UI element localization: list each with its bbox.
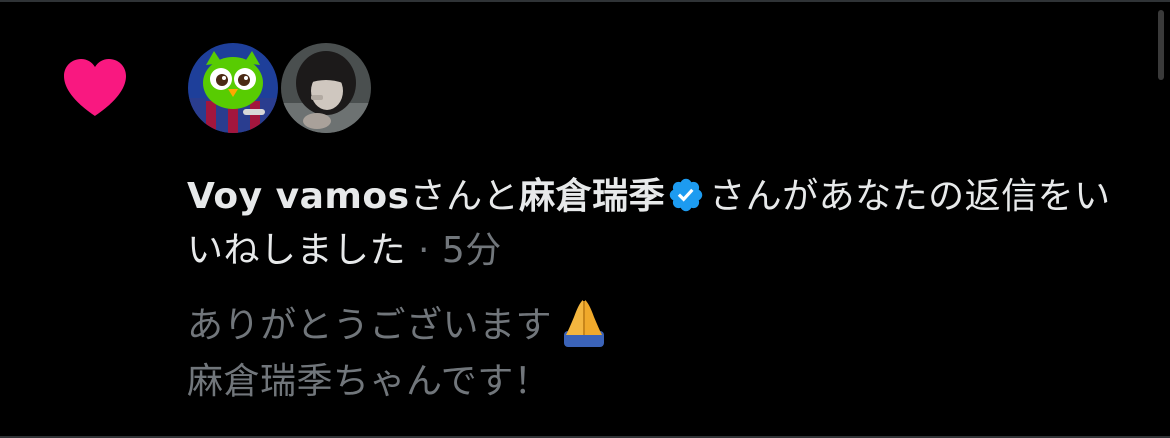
top-divider (0, 0, 1170, 2)
quoted-reply-text-1: ありがとうございます (187, 305, 553, 346)
scrollbar[interactable] (1158, 10, 1164, 80)
quoted-reply-line-2: 麻倉瑞季ちゃんです！ (187, 361, 551, 402)
folded-hands-icon (564, 300, 605, 347)
connector-text: さんと (409, 176, 520, 217)
quoted-reply[interactable]: ありがとうございます 麻倉瑞季ちゃんです！ (187, 297, 1087, 410)
meta-separator: · (417, 230, 430, 271)
timestamp[interactable]: 5分 (442, 230, 502, 271)
like-notification[interactable]: Voy vamosさんと麻倉瑞季 さんがあなたの返信をいいねしました · 5分 あ… (0, 0, 1170, 438)
heart-icon (64, 59, 126, 116)
actor-name-1[interactable]: Voy vamos (187, 176, 410, 217)
actor-name-2[interactable]: 麻倉瑞季 (519, 176, 665, 217)
quoted-reply-line-1: ありがとうございます (187, 297, 1087, 354)
notification-text: Voy vamosさんと麻倉瑞季 さんがあなたの返信をいいねしました · 5分 (187, 170, 1147, 278)
verified-badge-icon (669, 178, 703, 212)
person-avatar[interactable] (281, 43, 371, 133)
duolingo-owl-avatar[interactable] (188, 43, 278, 133)
